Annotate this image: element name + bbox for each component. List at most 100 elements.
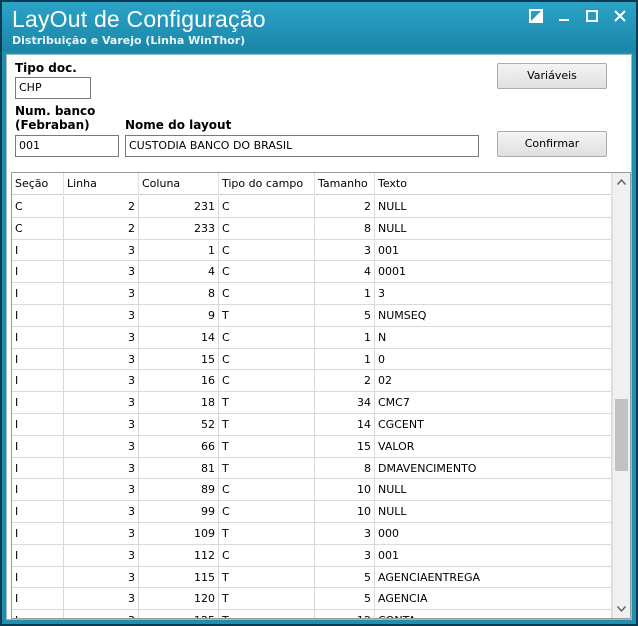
cell-coluna[interactable]: 16 — [139, 370, 219, 392]
cell-coluna[interactable]: 18 — [139, 392, 219, 414]
restore-icon[interactable] — [528, 8, 544, 24]
cell-linha[interactable]: 3 — [64, 610, 139, 618]
cell-tamanho[interactable]: 15 — [315, 435, 375, 457]
cell-secao[interactable]: I — [12, 457, 64, 479]
table-row[interactable]: I 3 18 T 34 CMC7 — [12, 392, 612, 414]
table-row[interactable]: I 3 15 C 1 0 — [12, 348, 612, 371]
cell-tipo-campo[interactable]: C — [219, 326, 315, 348]
cell-linha[interactable]: 3 — [64, 261, 139, 283]
cell-texto[interactable]: 000 — [375, 522, 612, 544]
table-row[interactable]: I 3 9 T 5 NUMSEQ — [12, 304, 612, 327]
column-header-coluna[interactable]: Coluna — [139, 173, 219, 195]
table-row[interactable]: I 3 4 C 4 0001 — [12, 261, 612, 284]
confirmar-button[interactable]: Confirmar — [497, 131, 607, 157]
cell-linha[interactable]: 3 — [64, 304, 139, 326]
cell-tipo-campo[interactable]: T — [219, 413, 315, 435]
cell-tamanho[interactable]: 3 — [315, 239, 375, 261]
cell-secao[interactable]: C — [12, 217, 64, 239]
cell-linha[interactable]: 3 — [64, 435, 139, 457]
cell-linha[interactable]: 3 — [64, 283, 139, 305]
cell-texto[interactable]: NULL — [375, 501, 612, 523]
cell-tamanho[interactable]: 8 — [315, 217, 375, 239]
cell-coluna[interactable]: 125 — [139, 610, 219, 618]
cell-secao[interactable]: I — [12, 588, 64, 610]
cell-texto[interactable]: N — [375, 326, 612, 348]
cell-linha[interactable]: 3 — [64, 239, 139, 261]
cell-linha[interactable]: 2 — [64, 196, 139, 217]
cell-tipo-campo[interactable]: T — [219, 522, 315, 544]
cell-tipo-campo[interactable]: T — [219, 304, 315, 326]
cell-linha[interactable]: 3 — [64, 544, 139, 566]
cell-texto[interactable]: NULL — [375, 479, 612, 501]
cell-texto[interactable]: 0 — [375, 348, 612, 370]
cell-coluna[interactable]: 8 — [139, 283, 219, 305]
cell-linha[interactable]: 3 — [64, 566, 139, 588]
cell-secao[interactable]: I — [12, 479, 64, 501]
table-row[interactable]: I 3 81 T 8 DMAVENCIMENTO — [12, 457, 612, 480]
minimize-icon[interactable] — [556, 8, 572, 24]
cell-tipo-campo[interactable]: T — [219, 392, 315, 414]
table-row[interactable]: I 3 66 T 15 VALOR — [12, 435, 612, 458]
cell-tipo-campo[interactable]: T — [219, 566, 315, 588]
cell-tamanho[interactable]: 10 — [315, 479, 375, 501]
column-header-secao[interactable]: Seção — [12, 173, 64, 195]
cell-coluna[interactable]: 1 — [139, 239, 219, 261]
table-row[interactable]: I 3 89 C 10 NULL — [12, 479, 612, 502]
cell-coluna[interactable]: 112 — [139, 544, 219, 566]
cell-secao[interactable]: I — [12, 610, 64, 618]
cell-tamanho[interactable]: 5 — [315, 304, 375, 326]
cell-coluna[interactable]: 231 — [139, 196, 219, 217]
table-row[interactable]: I38C13 — [12, 283, 612, 305]
cell-linha[interactable]: 3 — [64, 522, 139, 544]
scroll-thumb[interactable] — [615, 399, 628, 471]
cell-linha[interactable]: 3 — [64, 413, 139, 435]
cell-tipo-campo[interactable]: C — [219, 239, 315, 261]
close-icon[interactable] — [612, 8, 628, 24]
cell-secao[interactable]: I — [12, 261, 64, 283]
cell-tamanho[interactable]: 5 — [315, 588, 375, 610]
cell-texto[interactable]: 0001 — [375, 261, 612, 283]
cell-secao[interactable]: I — [12, 413, 64, 435]
cell-linha[interactable]: 3 — [64, 479, 139, 501]
cell-coluna[interactable]: 4 — [139, 261, 219, 283]
cell-tamanho[interactable]: 1 — [315, 283, 375, 305]
cell-coluna[interactable]: 81 — [139, 457, 219, 479]
cell-texto[interactable]: CMC7 — [375, 392, 612, 414]
cell-tamanho[interactable]: 1 — [315, 326, 375, 348]
cell-texto[interactable]: NUMSEQ — [375, 304, 612, 326]
cell-tipo-campo[interactable]: C — [219, 217, 315, 239]
maximize-icon[interactable] — [584, 8, 600, 24]
cell-coluna[interactable]: 52 — [139, 413, 219, 435]
cell-tipo-campo[interactable]: T — [219, 435, 315, 457]
cell-tamanho[interactable]: 2 — [315, 370, 375, 392]
cell-linha[interactable]: 3 — [64, 588, 139, 610]
cell-tipo-campo[interactable]: C — [219, 261, 315, 283]
cell-secao[interactable]: I — [12, 501, 64, 523]
cell-texto[interactable]: DMAVENCIMENTO — [375, 457, 612, 479]
cell-tamanho[interactable]: 3 — [315, 522, 375, 544]
cell-coluna[interactable]: 109 — [139, 522, 219, 544]
cell-tamanho[interactable]: 3 — [315, 544, 375, 566]
cell-coluna[interactable]: 15 — [139, 348, 219, 370]
cell-secao[interactable]: I — [12, 348, 64, 370]
variaveis-button[interactable]: Variáveis — [497, 63, 607, 89]
cell-texto[interactable]: 001 — [375, 239, 612, 261]
layout-grid[interactable]: Seção Linha Coluna Tipo do campo Tamanho… — [11, 172, 631, 619]
column-header-linha[interactable]: Linha — [64, 173, 139, 195]
cell-texto[interactable]: CGCENT — [375, 413, 612, 435]
table-row[interactable]: I 3 1 C 3 001 — [12, 239, 612, 262]
cell-secao[interactable]: I — [12, 239, 64, 261]
table-row[interactable]: I 3 120 T 5 AGENCIA — [12, 588, 612, 611]
cell-linha[interactable]: 3 — [64, 348, 139, 370]
table-row[interactable]: I 3 109 T 3 000 — [12, 522, 612, 545]
cell-texto[interactable]: 3 — [375, 283, 612, 305]
cell-secao[interactable]: I — [12, 522, 64, 544]
cell-texto[interactable]: 02 — [375, 370, 612, 392]
cell-texto[interactable]: AGENCIA — [375, 588, 612, 610]
column-header-tamanho[interactable]: Tamanho — [315, 173, 375, 195]
cell-tamanho[interactable]: 10 — [315, 501, 375, 523]
cell-tipo-campo[interactable]: T — [219, 588, 315, 610]
cell-coluna[interactable]: 233 — [139, 217, 219, 239]
cell-tipo-campo[interactable]: C — [219, 283, 315, 305]
table-row[interactable]: I 3 112 C 3 001 — [12, 544, 612, 567]
